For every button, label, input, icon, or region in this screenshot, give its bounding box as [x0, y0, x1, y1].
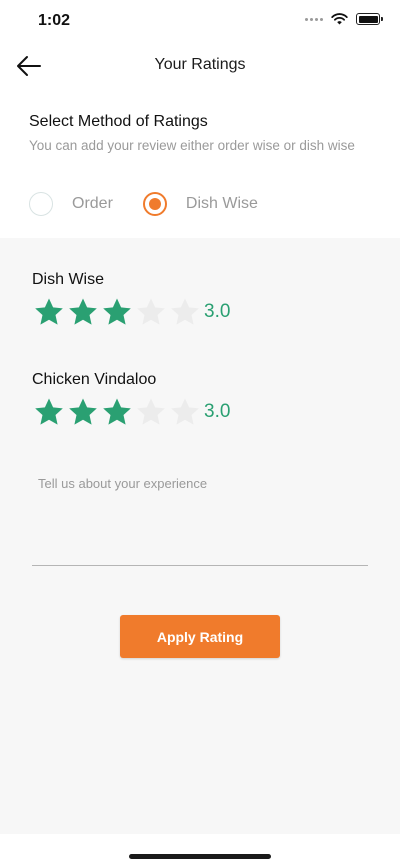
star-filled-icon[interactable] [32, 296, 66, 328]
review-input[interactable]: Tell us about your experience [32, 468, 368, 566]
home-indicator[interactable] [129, 854, 271, 859]
star-empty-icon[interactable] [134, 296, 168, 328]
rating-item-name: Chicken Vindaloo [32, 371, 157, 388]
nav-bar: Your Ratings [0, 44, 400, 88]
radio-label-dish-wise: Dish Wise [185, 195, 258, 212]
star-filled-icon[interactable] [32, 396, 66, 428]
rating-item: Dish Wise 3.0 [32, 271, 230, 328]
method-title: Select Method of Ratings [29, 113, 208, 130]
radio-unselected-icon[interactable] [29, 192, 53, 216]
rating-value: 3.0 [204, 301, 231, 322]
rating-item: Chicken Vindaloo 3.0 [32, 371, 230, 428]
method-subtitle: You can add your review either order wis… [29, 138, 355, 153]
star-rating: 3.0 [32, 296, 230, 328]
ratings-panel: Dish Wise 3.0 Chicken Vindaloo 3.0 Tell … [0, 238, 400, 834]
star-empty-icon[interactable] [134, 396, 168, 428]
review-placeholder: Tell us about your experience [38, 476, 208, 491]
apply-rating-button[interactable]: Apply Rating [120, 615, 280, 658]
radio-label-order: Order [72, 195, 113, 212]
star-filled-icon[interactable] [100, 296, 134, 328]
star-filled-icon[interactable] [100, 396, 134, 428]
method-radio-group: Order Dish Wise [29, 192, 258, 216]
signal-icon [305, 17, 323, 21]
star-filled-icon[interactable] [66, 396, 100, 428]
rating-item-name: Dish Wise [32, 271, 105, 288]
rating-method-section: Select Method of Ratings You can add you… [0, 100, 400, 238]
status-time: 1:02 [38, 12, 71, 29]
radio-option-dish-wise[interactable]: Dish Wise [142, 192, 258, 216]
star-rating: 3.0 [32, 396, 230, 428]
rating-value: 3.0 [204, 401, 231, 422]
star-empty-icon[interactable] [168, 296, 202, 328]
status-icons [305, 13, 383, 25]
page-title: Your Ratings [154, 56, 246, 73]
home-indicator-area [0, 834, 400, 866]
radio-selected-icon[interactable] [142, 192, 167, 216]
wifi-icon [331, 13, 348, 25]
battery-icon [356, 13, 383, 25]
radio-option-order[interactable]: Order [29, 192, 113, 216]
star-empty-icon[interactable] [168, 396, 202, 428]
star-filled-icon[interactable] [66, 296, 100, 328]
status-bar: 1:02 [0, 0, 400, 44]
